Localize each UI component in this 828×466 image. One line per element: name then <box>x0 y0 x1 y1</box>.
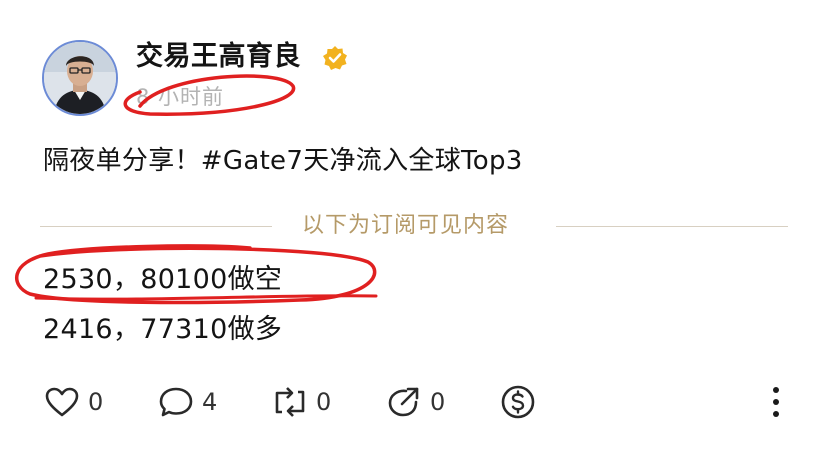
repost-button[interactable]: 0 <box>272 382 331 422</box>
author-avatar[interactable] <box>42 40 118 116</box>
tip-button[interactable] <box>500 382 536 422</box>
like-count: 0 <box>88 388 104 416</box>
share-count: 0 <box>430 388 446 416</box>
comment-button[interactable]: 4 <box>158 382 217 422</box>
author-name[interactable]: 交易王高育良 <box>136 39 301 75</box>
trade-line-long: 2416，77310做多 <box>43 314 283 345</box>
like-button[interactable]: 0 <box>44 382 103 422</box>
more-vertical-icon <box>773 387 779 417</box>
more-options-button[interactable] <box>762 382 790 422</box>
divider-left <box>40 226 272 227</box>
trade-line-short: 2530，80100做空 <box>43 264 283 295</box>
share-icon <box>388 387 419 417</box>
heart-icon <box>45 387 79 417</box>
post-text: 隔夜单分享！#Gate7天净流入全球Top3 <box>43 146 523 176</box>
divider-right <box>556 226 788 227</box>
verified-badge-icon <box>323 46 347 70</box>
dollar-icon <box>501 385 535 419</box>
repost-count: 0 <box>316 388 332 416</box>
share-button[interactable]: 0 <box>386 382 445 422</box>
avatar-image <box>44 42 116 114</box>
post-timestamp: 8 小时前 <box>136 85 225 109</box>
comment-count: 4 <box>202 388 218 416</box>
repost-icon <box>275 387 305 417</box>
paywall-label: 以下为订阅可见内容 <box>302 213 510 238</box>
comment-bubble-icon <box>159 387 193 417</box>
